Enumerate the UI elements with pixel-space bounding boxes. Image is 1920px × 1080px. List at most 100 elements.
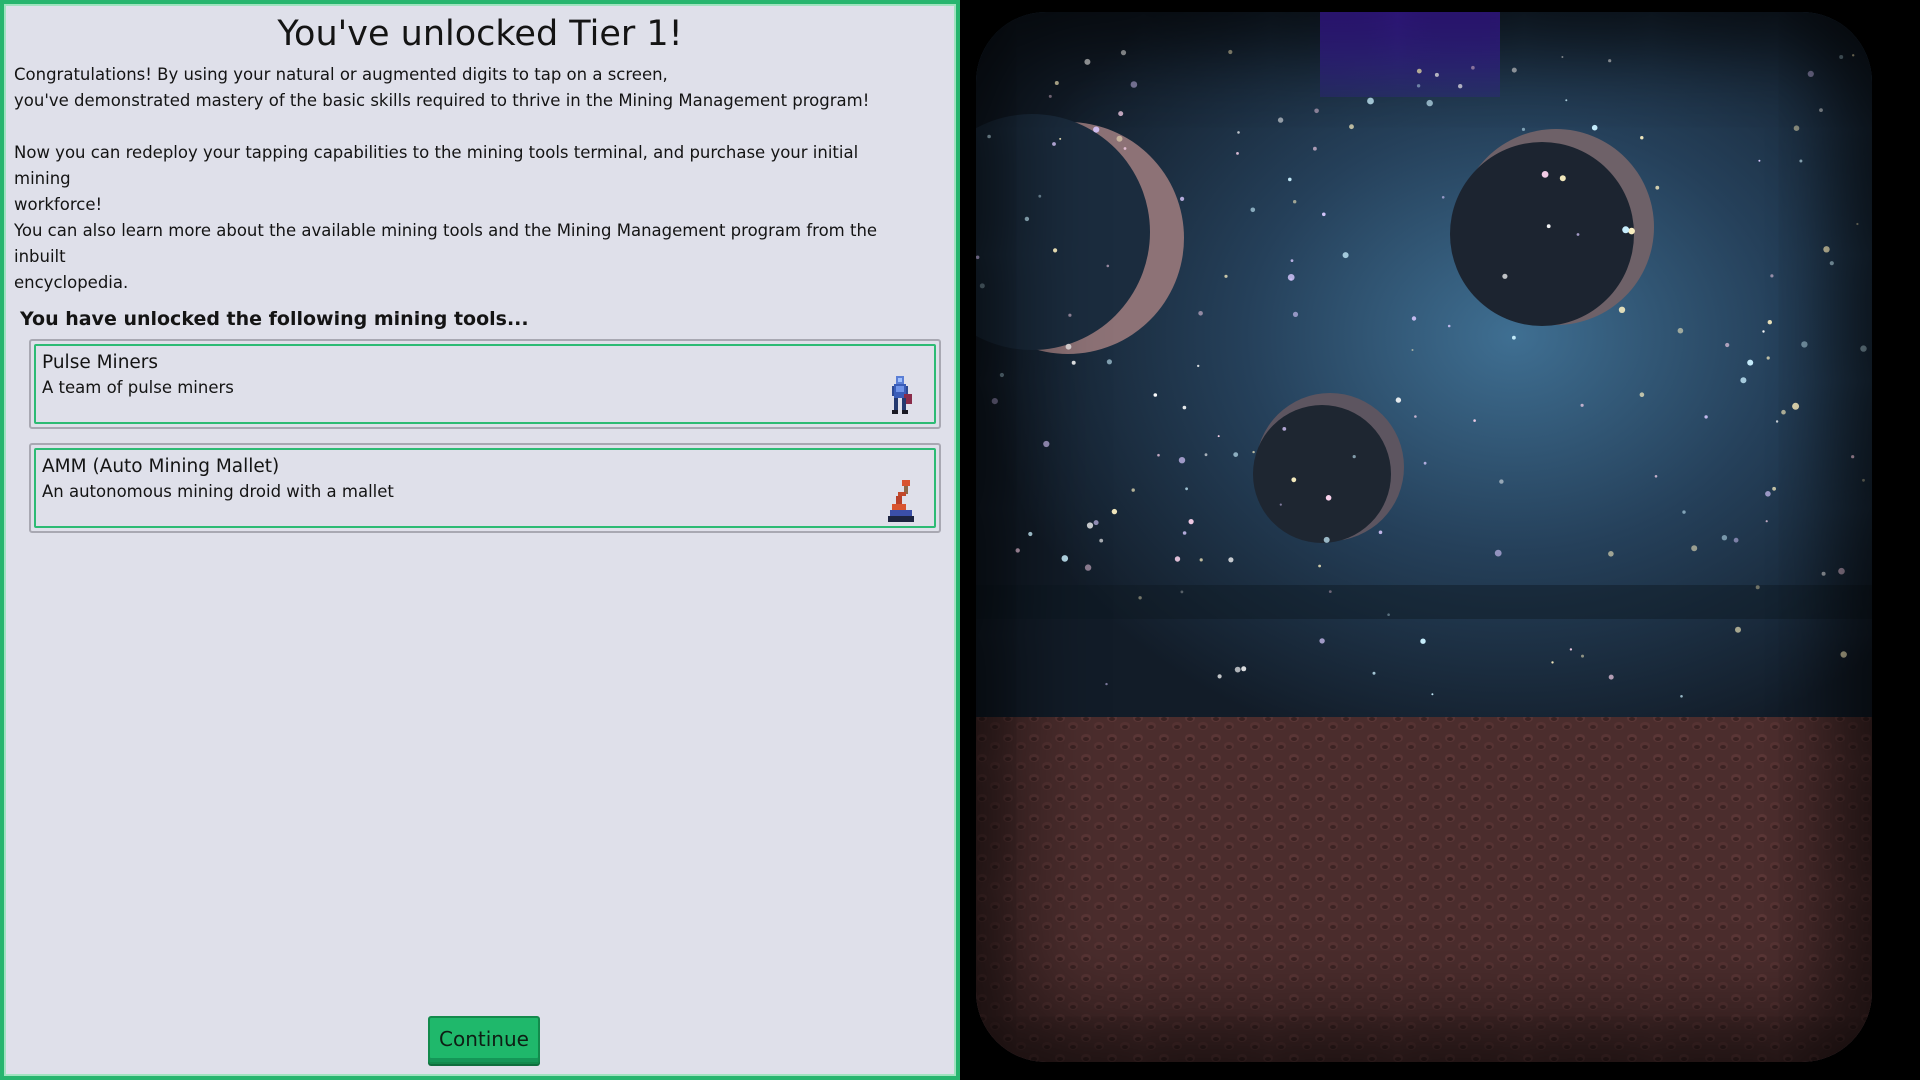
star	[1733, 537, 1739, 543]
star	[1860, 345, 1867, 352]
star	[1290, 259, 1294, 262]
star	[1628, 227, 1635, 235]
star	[1015, 548, 1020, 553]
star	[1471, 65, 1475, 70]
star	[1217, 435, 1220, 438]
star	[1608, 551, 1614, 557]
star	[1250, 207, 1256, 213]
star	[1323, 536, 1330, 543]
star	[1765, 491, 1771, 497]
redeploy-text: Now you can redeploy your tapping capabi…	[14, 140, 914, 218]
star	[1068, 313, 1072, 317]
star	[1084, 58, 1091, 65]
text-line: workforce!	[14, 195, 103, 214]
star	[1349, 124, 1354, 130]
star	[1252, 450, 1255, 454]
star	[1546, 224, 1551, 229]
star	[1053, 248, 1058, 253]
star	[1551, 661, 1554, 664]
star	[1319, 638, 1325, 644]
star	[1725, 342, 1730, 348]
star	[1499, 479, 1504, 484]
star	[1762, 330, 1765, 333]
star	[1541, 171, 1549, 178]
star	[1279, 503, 1282, 506]
star	[1639, 392, 1645, 398]
star	[1043, 440, 1050, 448]
tool-card-amm[interactable]: AMM (Auto Mining Mallet) An autonomous m…	[29, 443, 941, 533]
star	[1511, 67, 1517, 73]
star	[1416, 84, 1421, 88]
star	[1766, 356, 1770, 360]
star	[1677, 327, 1684, 334]
crt-screen[interactable]	[976, 12, 1872, 1062]
star	[1473, 419, 1476, 422]
star	[1851, 455, 1855, 459]
text-line: you've demonstrated mastery of the basic…	[14, 91, 870, 110]
star	[1680, 695, 1683, 698]
star	[1565, 99, 1568, 102]
star	[1282, 427, 1287, 431]
star	[1840, 651, 1847, 658]
star	[1120, 50, 1127, 56]
star	[1512, 335, 1516, 340]
star	[1581, 654, 1584, 658]
star	[1704, 415, 1708, 419]
star	[1799, 159, 1803, 163]
star	[1441, 196, 1445, 199]
star	[1411, 349, 1414, 351]
pulse-miner-icon	[892, 376, 912, 414]
star	[1781, 409, 1786, 415]
star	[1314, 108, 1319, 114]
game-viewport	[960, 0, 1920, 1080]
star	[1111, 508, 1118, 515]
star	[1048, 94, 1052, 98]
star	[1180, 196, 1185, 201]
star	[1561, 56, 1564, 58]
star	[1182, 531, 1187, 535]
text-line: Congratulations! By using your natural o…	[14, 65, 668, 84]
star	[1372, 671, 1376, 675]
star	[1292, 311, 1299, 317]
star	[1224, 274, 1228, 278]
star	[1028, 531, 1033, 537]
star	[1131, 488, 1135, 492]
unlocked-tools-heading: You have unlocked the following mining t…	[20, 308, 529, 330]
star	[1395, 397, 1402, 403]
continue-button[interactable]: Continue	[428, 1016, 540, 1064]
star	[1618, 306, 1626, 313]
star	[1188, 519, 1194, 525]
star	[1770, 274, 1774, 278]
star	[1106, 264, 1110, 268]
dialog-title: You've unlocked Tier 1!	[277, 14, 683, 54]
star	[1185, 487, 1188, 491]
tool-card-pulse-miners[interactable]: Pulse Miners A team of pulse miners	[29, 339, 941, 429]
star	[1093, 126, 1100, 133]
star	[1758, 159, 1761, 162]
star	[1792, 402, 1800, 410]
star	[1765, 520, 1768, 523]
star	[1084, 564, 1092, 571]
star	[1416, 68, 1422, 74]
scanline-band	[976, 585, 1872, 619]
star	[1157, 453, 1160, 457]
star	[1198, 311, 1203, 316]
star	[1204, 453, 1208, 457]
tool-card-frame: Pulse Miners A team of pulse miners	[34, 344, 936, 424]
star	[1277, 117, 1284, 123]
star	[991, 398, 998, 405]
star	[1237, 131, 1240, 134]
star	[1559, 175, 1566, 182]
star	[1241, 666, 1247, 672]
star	[1801, 341, 1808, 348]
star	[1228, 557, 1234, 563]
mining-droid-icon	[888, 480, 914, 522]
star	[1569, 648, 1573, 651]
star	[1123, 147, 1127, 150]
star	[1093, 520, 1099, 526]
star	[1288, 177, 1292, 182]
star	[1236, 152, 1239, 155]
star	[1291, 477, 1297, 483]
star	[1118, 111, 1124, 117]
star	[1065, 343, 1072, 350]
